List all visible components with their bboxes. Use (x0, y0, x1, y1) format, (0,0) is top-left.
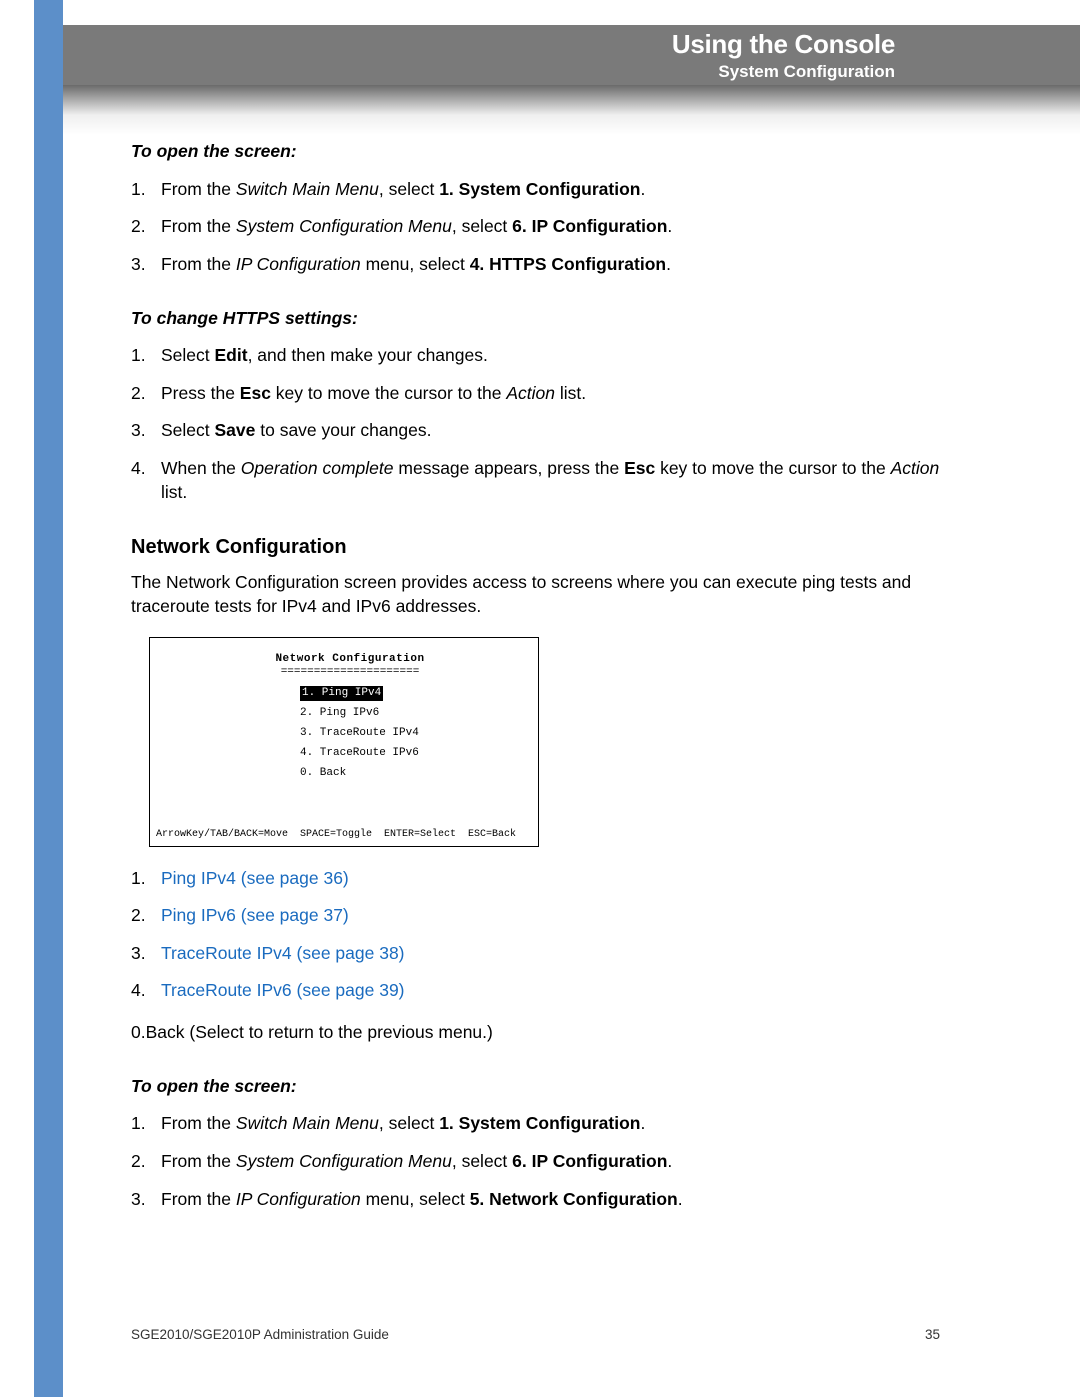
step-item: 1.Select Edit, and then make your change… (131, 344, 940, 368)
step-item: 2.Press the Esc key to move the cursor t… (131, 382, 940, 406)
header-band: Using the Console System Configuration (63, 25, 1080, 85)
console-menu-item: 4. TraceRoute IPv6 (300, 746, 538, 761)
header-subtitle: System Configuration (718, 62, 895, 82)
step-item: 3.From the IP Configuration menu, select… (131, 253, 940, 277)
page-footer: SGE2010/SGE2010P Administration Guide 35 (131, 1327, 940, 1342)
console-title: Network Configuration (250, 652, 450, 667)
link-traceroute-ipv6[interactable]: TraceRoute IPv6 (see page 39) (161, 980, 405, 1000)
console-footer: ArrowKey/TAB/BACK=Move SPACE=Toggle ENTE… (156, 828, 532, 842)
header-shadow (63, 85, 1080, 135)
network-config-heading: Network Configuration (131, 534, 940, 561)
list-item: 2.Ping IPv6 (see page 37) (131, 904, 940, 928)
network-links-list: 1.Ping IPv4 (see page 36) 2.Ping IPv6 (s… (131, 867, 940, 1004)
step-item: 1.From the Switch Main Menu, select 1. S… (131, 1112, 940, 1136)
link-ping-ipv4[interactable]: Ping IPv4 (see page 36) (161, 868, 349, 888)
step-item: 4.When the Operation complete message ap… (131, 457, 940, 504)
header-title: Using the Console (672, 29, 895, 60)
section-a-steps: 1.From the Switch Main Menu, select 1. S… (131, 178, 940, 277)
footer-title: SGE2010/SGE2010P Administration Guide (131, 1327, 389, 1342)
section-d-steps: 1.From the Switch Main Menu, select 1. S… (131, 1112, 940, 1211)
section-b-heading: To change HTTPS settings: (131, 307, 940, 331)
section-d-heading: To open the screen: (131, 1075, 940, 1099)
step-item: 3.Select Save to save your changes. (131, 419, 940, 443)
console-menu-item: 3. TraceRoute IPv4 (300, 726, 538, 741)
console-menu-item: 2. Ping IPv6 (300, 706, 538, 721)
list-item: 1.Ping IPv4 (see page 36) (131, 867, 940, 891)
section-b-steps: 1.Select Edit, and then make your change… (131, 344, 940, 504)
link-ping-ipv6[interactable]: Ping IPv6 (see page 37) (161, 905, 349, 925)
section-a-heading: To open the screen: (131, 140, 940, 164)
step-item: 2.From the System Configuration Menu, se… (131, 1150, 940, 1174)
left-blue-stripe (34, 0, 63, 1397)
step-item: 2.From the System Configuration Menu, se… (131, 215, 940, 239)
link-traceroute-ipv4[interactable]: TraceRoute IPv4 (see page 38) (161, 943, 405, 963)
list-item: 3.TraceRoute IPv4 (see page 38) (131, 942, 940, 966)
console-screenshot: Network Configuration ==================… (149, 637, 539, 847)
network-config-para: The Network Configuration screen provide… (131, 571, 940, 618)
console-separator: ===================== (250, 665, 450, 680)
step-item: 3.From the IP Configuration menu, select… (131, 1188, 940, 1212)
back-option-text: 0.Back (Select to return to the previous… (131, 1021, 940, 1045)
page-number: 35 (925, 1327, 940, 1342)
console-menu: 1. Ping IPv4 2. Ping IPv6 3. TraceRoute … (300, 686, 538, 780)
list-item: 4.TraceRoute IPv6 (see page 39) (131, 979, 940, 1003)
console-menu-item: 0. Back (300, 766, 538, 781)
step-item: 1.From the Switch Main Menu, select 1. S… (131, 178, 940, 202)
console-menu-item: 1. Ping IPv4 (300, 686, 538, 701)
